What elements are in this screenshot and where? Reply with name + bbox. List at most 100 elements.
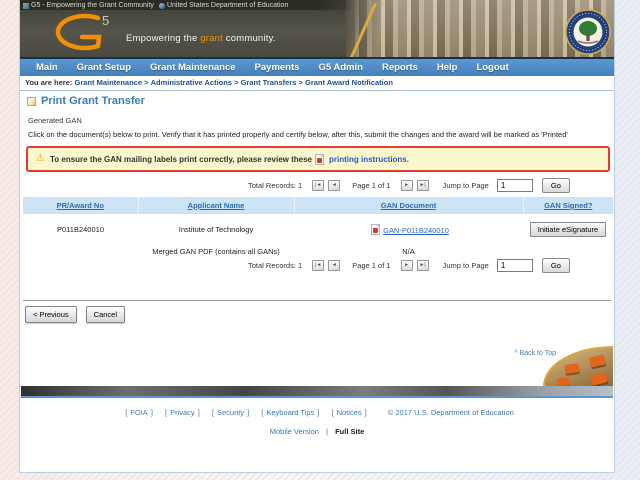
- section-label: Generated GAN: [28, 116, 82, 125]
- jump-to-page-label: Jump to Page: [443, 181, 489, 190]
- cell-gan-signed: Initiate eSignature: [523, 214, 613, 242]
- banner-tagline: Empowering the grant community.: [126, 33, 276, 44]
- breadcrumb-grant-maintenance[interactable]: Grant Maintenance: [74, 78, 142, 87]
- next-page-button[interactable]: ►: [401, 180, 413, 191]
- main-nav-bar: Main Grant Setup Grant Maintenance Payme…: [20, 57, 614, 76]
- footer-links: [FOIA] [Privacy] [Security] [Keyboard Ti…: [20, 408, 614, 417]
- copyright-text: © 2017 U.S. Department of Education: [388, 408, 514, 417]
- action-buttons: < Previous Cancel: [25, 306, 125, 323]
- page-status: Page 1 of 1: [352, 181, 390, 190]
- table-header-row: PR/Award No Applicant Name GAN Document …: [23, 197, 613, 214]
- page-status: Page 1 of 1: [352, 261, 390, 270]
- nav-item-logout[interactable]: Logout: [476, 62, 508, 73]
- page-title-icon: [27, 97, 36, 106]
- full-site-label: Full Site: [335, 427, 364, 436]
- nav-item-grant-maintenance[interactable]: Grant Maintenance: [150, 62, 236, 73]
- divider-rule: [23, 300, 611, 301]
- total-records-value: 1: [298, 181, 302, 190]
- cell-applicant: Institute of Technology: [138, 214, 294, 242]
- first-page-button[interactable]: |◄: [312, 180, 324, 191]
- sort-gan-signed[interactable]: GAN Signed?: [544, 201, 592, 210]
- footer-link-privacy[interactable]: Privacy: [170, 408, 195, 417]
- go-button[interactable]: Go: [542, 258, 570, 273]
- warning-text: To ensure the GAN mailing labels print c…: [50, 155, 312, 164]
- g5-favicon-icon: [23, 3, 29, 9]
- nav-item-g5-admin[interactable]: G5 Admin: [318, 62, 363, 73]
- jump-to-page-input[interactable]: [497, 179, 533, 192]
- sort-gan-document[interactable]: GAN Document: [381, 201, 436, 210]
- nav-item-payments[interactable]: Payments: [255, 62, 300, 73]
- col-header-gan-signed: GAN Signed?: [523, 197, 613, 214]
- breadcrumb: You are here: Grant Maintenance > Admini…: [20, 76, 614, 91]
- desk-chair-shape: [557, 377, 570, 386]
- dept-education-seal-icon: [565, 9, 611, 57]
- go-button[interactable]: Go: [542, 178, 570, 193]
- nav-item-reports[interactable]: Reports: [382, 62, 418, 73]
- window-tab-g5[interactable]: G5 - Empowering the Grant Community: [23, 1, 154, 10]
- nav-item-help[interactable]: Help: [437, 62, 458, 73]
- gan-table: PR/Award No Applicant Name GAN Document …: [23, 197, 613, 261]
- last-page-button[interactable]: ►|: [417, 260, 429, 271]
- footer-link-foia[interactable]: FOIA: [130, 408, 148, 417]
- footer-link-group: [Keyboard Tips]: [258, 408, 322, 417]
- previous-button[interactable]: < Previous: [25, 306, 77, 323]
- printing-instructions-link[interactable]: printing instructions.: [329, 155, 409, 164]
- pagination-bottom: Total Records: 1 |◄ ◄ Page 1 of 1 ► ►| J…: [248, 258, 570, 273]
- header-banner: G5 - Empowering the Grant Community Unit…: [20, 0, 614, 57]
- breadcrumb-administrative-actions[interactable]: Administrative Actions: [151, 78, 232, 87]
- footer-link-group: [Privacy]: [162, 408, 203, 417]
- desk-chair-shape: [564, 363, 579, 374]
- footer-link-keyboard-tips[interactable]: Keyboard Tips: [266, 408, 314, 417]
- cell-award-no: P011B240010: [23, 214, 138, 242]
- cancel-button[interactable]: Cancel: [86, 306, 125, 323]
- sort-applicant-name[interactable]: Applicant Name: [188, 201, 245, 210]
- mobile-version-link[interactable]: Mobile Version: [270, 427, 319, 436]
- desk-chair-shape: [590, 372, 608, 386]
- table-row: P011B240010 Institute of Technology GAN-…: [23, 214, 613, 242]
- page-title-row: Print Grant Transfer: [27, 95, 145, 107]
- col-header-gan-document: GAN Document: [294, 197, 523, 214]
- footer-link-notices[interactable]: Notices: [337, 408, 362, 417]
- sort-pr-award-no[interactable]: PR/Award No: [57, 201, 104, 210]
- next-page-button[interactable]: ►: [401, 260, 413, 271]
- cell-award-no: [23, 242, 138, 261]
- breadcrumb-grant-transfers[interactable]: Grant Transfers: [241, 78, 297, 87]
- warning-banner: ⚠ To ensure the GAN mailing labels print…: [26, 146, 610, 172]
- window-tab-label: United States Department of Education: [167, 2, 288, 10]
- first-page-button[interactable]: |◄: [312, 260, 324, 271]
- pagination-top: Total Records: 1 |◄ ◄ Page 1 of 1 ► ►| J…: [248, 178, 570, 193]
- g5-logo: 5: [36, 11, 124, 57]
- prev-page-button[interactable]: ◄: [328, 180, 340, 191]
- window-tab-ed[interactable]: United States Department of Education: [159, 1, 288, 10]
- total-records-label: Total Records: 1: [248, 261, 302, 270]
- breadcrumb-prefix: You are here:: [25, 78, 72, 87]
- col-header-pr-award-no: PR/Award No: [23, 197, 138, 214]
- desk-chair-shape: [589, 355, 606, 368]
- nav-item-grant-setup[interactable]: Grant Setup: [77, 62, 131, 73]
- cell-gan-document: GAN-P011B240010: [294, 214, 523, 242]
- breadcrumb-grant-award-notification[interactable]: Grant Award Notification: [305, 78, 393, 87]
- gan-document-link[interactable]: GAN-P011B240010: [383, 226, 449, 235]
- ed-favicon-icon: [159, 3, 165, 9]
- footer-link-group: [FOIA]: [122, 408, 156, 417]
- pdf-icon: [315, 154, 324, 165]
- footer-link-group: [Notices]: [328, 408, 369, 417]
- page-title: Print Grant Transfer: [41, 95, 145, 107]
- footer-site-toggle: Mobile Version | Full Site: [20, 427, 614, 436]
- tagline-accent: grant: [200, 33, 223, 44]
- col-header-applicant-name: Applicant Name: [138, 197, 294, 214]
- page-container: G5 - Empowering the Grant Community Unit…: [19, 0, 615, 473]
- warning-icon: ⚠: [36, 154, 45, 164]
- nav-item-main[interactable]: Main: [36, 62, 58, 73]
- back-to-top-link[interactable]: ^ Back to Top: [514, 350, 556, 357]
- last-page-button[interactable]: ►|: [417, 180, 429, 191]
- pdf-icon: [371, 224, 380, 235]
- jump-to-page-input[interactable]: [497, 259, 533, 272]
- total-records-label: Total Records: 1: [248, 181, 302, 190]
- footer-link-group: [Security]: [209, 408, 252, 417]
- prev-page-button[interactable]: ◄: [328, 260, 340, 271]
- footer-link-security[interactable]: Security: [217, 408, 244, 417]
- jump-to-page-label: Jump to Page: [443, 261, 489, 270]
- initiate-esignature-button[interactable]: Initiate eSignature: [530, 222, 606, 237]
- footer-separator-bar: [21, 386, 613, 398]
